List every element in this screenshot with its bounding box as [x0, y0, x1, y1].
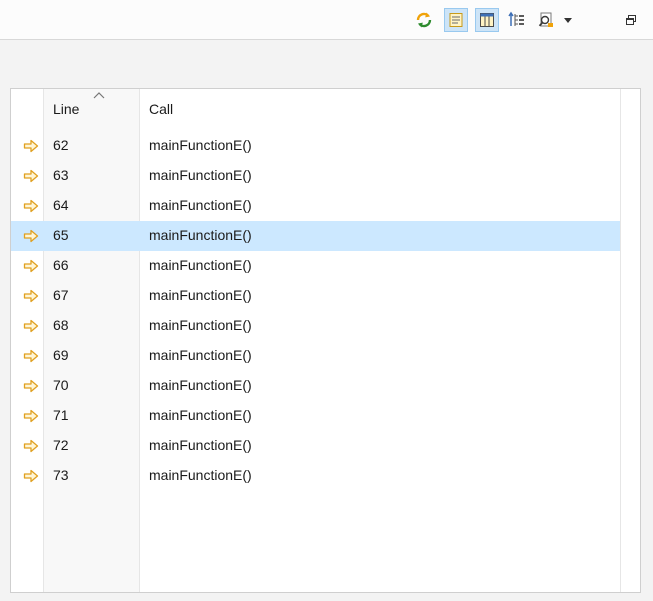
call-cell: mainFunctionE(): [149, 347, 252, 363]
table-row[interactable]: 69 mainFunctionE(): [11, 341, 620, 371]
line-column-header[interactable]: Line: [43, 89, 139, 129]
call-cell: mainFunctionE(): [149, 257, 252, 273]
line-number-cell: 68: [53, 317, 69, 333]
stack-frame-arrow-icon: [23, 319, 39, 333]
table-row[interactable]: 73 mainFunctionE(): [11, 461, 620, 491]
call-cell: mainFunctionE(): [149, 167, 252, 183]
stack-frame-arrow-icon: [23, 349, 39, 363]
line-header-label: Line: [53, 101, 80, 117]
call-cell: mainFunctionE(): [149, 197, 252, 213]
line-number-cell: 72: [53, 437, 69, 453]
line-number-cell: 67: [53, 287, 69, 303]
call-cell: mainFunctionE(): [149, 437, 252, 453]
stack-frame-arrow-icon: [23, 229, 39, 243]
table-row[interactable]: 64 mainFunctionE(): [11, 191, 620, 221]
call-header-label: Call: [149, 101, 174, 117]
line-number-cell: 66: [53, 257, 69, 273]
call-cell: mainFunctionE(): [149, 287, 252, 303]
table-row[interactable]: 65 mainFunctionE(): [11, 221, 620, 251]
table-row[interactable]: 63 mainFunctionE(): [11, 161, 620, 191]
call-cell: mainFunctionE(): [149, 377, 252, 393]
table-row[interactable]: 62 mainFunctionE(): [11, 131, 620, 161]
tree-view-icon[interactable]: [505, 8, 529, 32]
calls-table: Line Call 62 mainFunctionE() 63 mainFunctio…: [10, 88, 641, 593]
table-row[interactable]: 66 mainFunctionE(): [11, 251, 620, 281]
call-cell: mainFunctionE(): [149, 137, 252, 153]
line-number-cell: 64: [53, 197, 69, 213]
stack-frame-arrow-icon: [23, 379, 39, 393]
stack-frame-arrow-icon: [23, 409, 39, 423]
stack-frame-arrow-icon: [23, 439, 39, 453]
table-header: Line Call: [11, 89, 640, 129]
call-cell: mainFunctionE(): [149, 317, 252, 333]
column-divider: [620, 89, 621, 592]
stack-frame-arrow-icon: [23, 259, 39, 273]
sort-ascending-icon: [93, 92, 105, 99]
show-calls-icon[interactable]: [444, 8, 468, 32]
find-icon[interactable]: [534, 8, 558, 32]
stack-frame-arrow-icon: [23, 199, 39, 213]
table-row[interactable]: 70 mainFunctionE(): [11, 371, 620, 401]
line-number-cell: 62: [53, 137, 69, 153]
refresh-icon[interactable]: [412, 8, 436, 32]
call-column-header[interactable]: Call: [139, 89, 620, 129]
call-cell: mainFunctionE(): [149, 407, 252, 423]
filter-area: [0, 40, 653, 88]
call-cell: mainFunctionE(): [149, 227, 252, 243]
stack-frame-arrow-icon: [23, 169, 39, 183]
line-number-cell: 70: [53, 377, 69, 393]
call-cell: mainFunctionE(): [149, 467, 252, 483]
view-toolbar: [0, 0, 653, 40]
line-number-cell: 69: [53, 347, 69, 363]
table-row[interactable]: 68 mainFunctionE(): [11, 311, 620, 341]
line-number-cell: 73: [53, 467, 69, 483]
stack-frame-arrow-icon: [23, 139, 39, 153]
table-row[interactable]: 72 mainFunctionE(): [11, 431, 620, 461]
line-number-cell: 63: [53, 167, 69, 183]
bottom-edge: [0, 593, 653, 601]
line-number-cell: 71: [53, 407, 69, 423]
stack-frame-arrow-icon: [23, 289, 39, 303]
table-row[interactable]: 67 mainFunctionE(): [11, 281, 620, 311]
show-columns-icon[interactable]: [475, 8, 499, 32]
table-row[interactable]: 71 mainFunctionE(): [11, 401, 620, 431]
stack-frame-arrow-icon: [23, 469, 39, 483]
menu-dropdown-icon[interactable]: [560, 8, 576, 32]
line-number-cell: 65: [53, 227, 69, 243]
restore-icon[interactable]: [622, 8, 640, 32]
